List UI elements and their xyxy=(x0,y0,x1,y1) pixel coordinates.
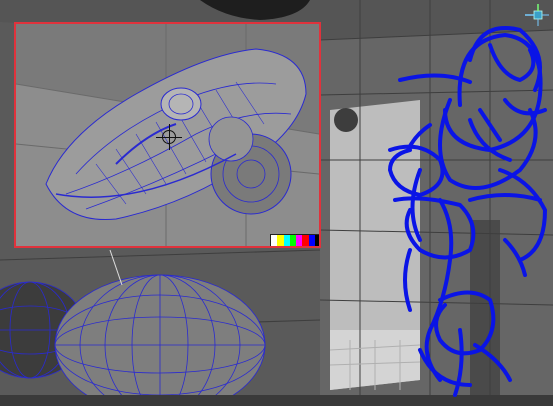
color-swatch-strip xyxy=(270,234,319,246)
color-swatch-7 xyxy=(314,235,319,246)
view-cube-icon[interactable] xyxy=(525,4,549,26)
3d-viewport[interactable] xyxy=(0,0,553,406)
camera-image-plane[interactable] xyxy=(14,22,321,248)
crosshair-line-v xyxy=(169,124,170,150)
